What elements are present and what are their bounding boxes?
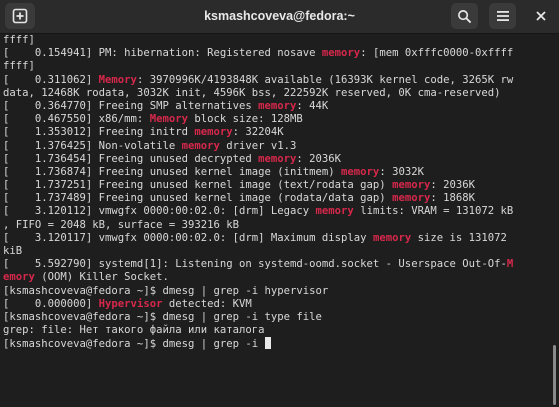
highlighted-match: memory	[372, 231, 412, 244]
terminal-text: kiB	[3, 245, 23, 257]
terminal-line: ffff]	[3, 60, 552, 73]
terminal-text: [ 3.120117] vmwgfx 0000:00:02.0: [drm] M…	[3, 231, 373, 244]
terminal-line: data, 12468K rodata, 3032K init, 4596K b…	[3, 87, 552, 100]
terminal-text: ffff]	[3, 34, 35, 46]
terminal-text: data, 12468K rodata, 3032K init, 4596K b…	[3, 86, 501, 99]
terminal-output[interactable]: ffff][ 0.154941] PM: hibernation: Regist…	[0, 34, 552, 407]
terminal-line: [ 5.592790] systemd[1]: Listening on sys…	[3, 258, 552, 271]
terminal-line: [ksmashcoveva@fedora ~]$ dmesg | grep -i…	[3, 311, 552, 324]
terminal-text: [ksmashcoveva@fedora ~]$ dmesg | grep -i…	[3, 284, 329, 297]
terminal-line: emory (OOM) Killer Socket.	[3, 271, 552, 284]
terminal-text: : 44K	[296, 99, 329, 112]
highlighted-match: memory	[315, 205, 354, 218]
terminal-text: [ksmashcoveva@fedora ~]$ dmesg | grep -i	[3, 338, 265, 351]
highlighted-match: memory	[392, 192, 431, 205]
terminal-text: : 3970996K/4193848K available (16393K ke…	[136, 73, 514, 86]
terminal-text: : [mem 0xfffc0000-0xffff	[360, 47, 514, 60]
highlighted-match: memory	[194, 126, 233, 139]
highlighted-match: memory	[341, 165, 380, 178]
close-icon	[535, 11, 546, 21]
highlighted-match: memory	[392, 179, 431, 192]
terminal-window: ksmashcoveva@fedora:~ ffff][ 0.154941] P…	[0, 0, 559, 407]
terminal-line: [ 0.311062] Memory: 3970996K/4193848K av…	[3, 74, 552, 87]
new-tab-plus-icon	[12, 8, 28, 24]
terminal-text: [ 1.737251] Freeing unused kernel image …	[3, 179, 393, 192]
search-button[interactable]	[451, 3, 478, 29]
terminal-text: (OOM) Killer Socket.	[34, 271, 169, 284]
terminal-text: [ 0.364770] Freeing SMP alternatives	[3, 99, 259, 112]
menu-button[interactable]	[489, 3, 516, 29]
highlighted-match: emory	[3, 271, 35, 284]
terminal-line: [ksmashcoveva@fedora ~]$ dmesg | grep -i	[3, 337, 552, 350]
highlighted-match: Memory	[149, 113, 188, 126]
text-cursor	[264, 337, 271, 350]
terminal-line: [ 3.120112] vmwgfx 0000:00:02.0: [drm] L…	[3, 205, 552, 218]
terminal-line: [ 1.353012] Freeing initrd memory: 32204…	[3, 126, 552, 139]
terminal-text: , FIFO = 2048 kB, surface = 393216 kB	[3, 218, 239, 231]
terminal-text: : 2036K	[430, 179, 475, 192]
highlighted-match: Memory	[98, 73, 137, 86]
close-button[interactable]	[527, 3, 554, 29]
terminal-line: [ 0.364770] Freeing SMP alternatives mem…	[3, 100, 552, 113]
terminal-text: [ 0.467550] x86/mm:	[3, 113, 150, 126]
terminal-text: grep: file: Нет такого файла или каталог…	[3, 324, 265, 337]
terminal-text: [ 1.736454] Freeing unused decrypted	[3, 152, 259, 165]
scrollbar[interactable]	[553, 345, 556, 405]
terminal-line: [ksmashcoveva@fedora ~]$ dmesg | grep -i…	[3, 285, 552, 298]
highlighted-match: memory	[321, 47, 361, 60]
terminal-text: driver v1.3	[219, 139, 297, 152]
terminal-text: size is 131072	[411, 231, 507, 244]
highlighted-match: M	[506, 258, 514, 271]
terminal-text: block size: 128MB	[187, 113, 303, 126]
terminal-text: [ 0.154941] PM: hibernation: Registered …	[3, 47, 322, 60]
terminal-text: : 32204K	[232, 126, 284, 139]
terminal-line: kiB	[3, 245, 552, 258]
highlighted-match: memory	[181, 139, 220, 152]
terminal-line: ffff]	[3, 34, 552, 47]
new-tab-button[interactable]	[5, 3, 35, 29]
terminal-line: [ 1.736454] Freeing unused decrypted mem…	[3, 153, 552, 166]
highlighted-match: memory	[258, 99, 297, 112]
terminal-line: grep: file: Нет такого файла или каталог…	[3, 324, 552, 337]
terminal-text: : 1868K	[430, 192, 475, 205]
terminal-line: [ 1.376425] Non-volatile memory driver v…	[3, 140, 552, 153]
terminal-text: limits: VRAM = 131072 kB	[353, 205, 514, 218]
terminal-line: , FIFO = 2048 kB, surface = 393216 kB	[3, 219, 552, 232]
terminal-line: [ 0.154941] PM: hibernation: Registered …	[3, 47, 552, 60]
terminal-text: [ksmashcoveva@fedora ~]$ dmesg | grep -i…	[3, 310, 322, 323]
terminal-line: [ 0.467550] x86/mm: Memory block size: 1…	[3, 113, 552, 126]
terminal-line: [ 1.737489] Freeing unused kernel image …	[3, 192, 552, 205]
terminal-text: [ 1.737489] Freeing unused kernel image …	[3, 192, 393, 205]
terminal-line: [ 0.000000] Hypervisor detected: KVM	[3, 298, 552, 311]
highlighted-match: memory	[258, 152, 297, 165]
highlighted-match: Hypervisor	[98, 297, 163, 310]
terminal-text: detected: KVM	[162, 297, 252, 310]
terminal-text: [ 1.376425] Non-volatile	[3, 139, 182, 152]
terminal-text: [ 1.736874] Freeing unused kernel image …	[3, 165, 342, 178]
terminal-text: [ 1.353012] Freeing initrd	[3, 126, 195, 139]
terminal-text: ffff]	[3, 60, 35, 73]
terminal-text: [ 5.592790] systemd[1]: Listening on sys…	[3, 258, 507, 271]
terminal-text: : 2036K	[296, 152, 342, 165]
terminal-text: [ 0.000000]	[3, 297, 99, 310]
terminal-text: : 3032K	[379, 165, 424, 178]
title-bar: ksmashcoveva@fedora:~	[0, 0, 559, 34]
terminal-text: [ 0.311062]	[3, 73, 99, 86]
terminal-line: [ 1.737251] Freeing unused kernel image …	[3, 179, 552, 192]
terminal-line: [ 1.736874] Freeing unused kernel image …	[3, 166, 552, 179]
hamburger-menu-icon	[496, 11, 509, 21]
terminal-line: [ 3.120117] vmwgfx 0000:00:02.0: [drm] M…	[3, 232, 552, 245]
terminal-text: [ 3.120112] vmwgfx 0000:00:02.0: [drm] L…	[3, 205, 316, 218]
search-icon	[458, 9, 472, 23]
